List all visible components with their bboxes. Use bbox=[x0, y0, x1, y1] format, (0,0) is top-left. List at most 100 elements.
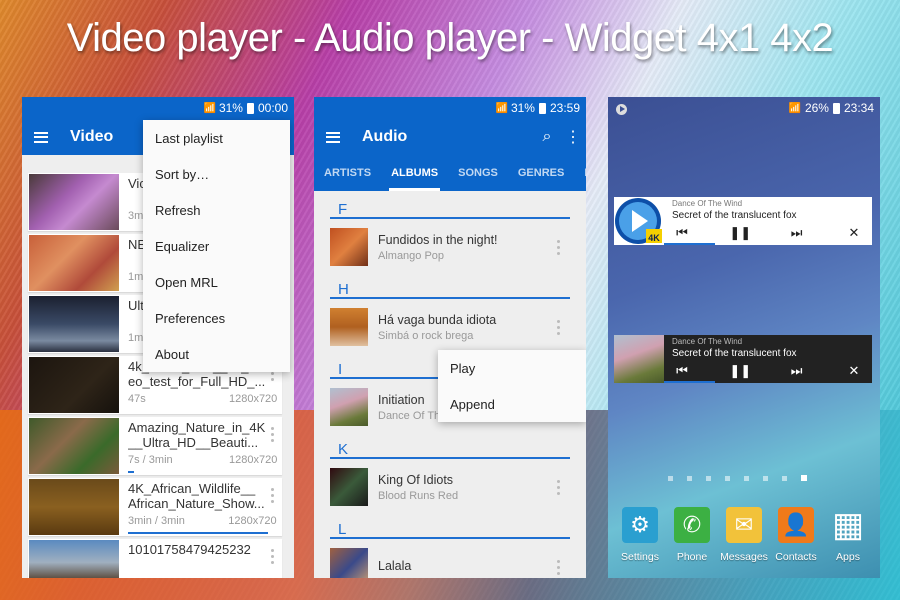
widget-artwork: 4K bbox=[614, 197, 664, 245]
video-thumbnail bbox=[29, 296, 119, 352]
album-cover bbox=[330, 228, 368, 266]
menu-item[interactable]: Append bbox=[438, 386, 586, 422]
menu-item[interactable]: Open MRL bbox=[143, 264, 290, 300]
menu-item[interactable]: Refresh bbox=[143, 192, 290, 228]
more-options-icon[interactable] bbox=[271, 549, 275, 564]
page-dot[interactable] bbox=[801, 475, 807, 481]
next-icon[interactable]: ⏭ bbox=[787, 363, 807, 379]
player-widget[interactable]: Dance Of The Wind Secret of the transluce… bbox=[614, 335, 872, 383]
tab-playl[interactable]: PLAYL bbox=[574, 155, 586, 191]
battery-percent: 26% bbox=[804, 101, 829, 115]
video-item[interactable]: 10101758479425232 bbox=[28, 539, 282, 578]
player-widget[interactable]: 4K Dance Of The Wind Secret of the translu… bbox=[614, 197, 872, 245]
video-duration: 3m bbox=[128, 210, 144, 222]
video-thumbnail bbox=[29, 235, 119, 291]
page-dot[interactable] bbox=[763, 475, 768, 481]
album-item[interactable]: Fundidos in the night! Almango Pop bbox=[330, 219, 570, 275]
close-icon[interactable]: ✕ bbox=[844, 225, 864, 241]
album-text: Fundidos in the night! Almango Pop bbox=[378, 233, 570, 262]
tab-genres[interactable]: GENRES bbox=[508, 155, 574, 191]
video-thumbnail bbox=[29, 540, 119, 578]
menu-item[interactable]: Last playlist bbox=[143, 120, 290, 156]
section-header: K bbox=[330, 441, 570, 459]
more-options-icon[interactable] bbox=[557, 480, 560, 495]
page-dot[interactable] bbox=[668, 475, 673, 481]
album-item[interactable]: Há vaga bunda idiota Simbá o rock brega bbox=[330, 299, 570, 355]
next-icon[interactable]: ⏭ bbox=[787, 225, 807, 241]
tab-artists[interactable]: ARTISTS bbox=[314, 155, 381, 191]
menu-item[interactable]: Sort by… bbox=[143, 156, 290, 192]
video-duration: 3min / 3min bbox=[128, 515, 185, 527]
menu-icon[interactable] bbox=[326, 131, 340, 143]
album-title: Lalala bbox=[378, 558, 412, 573]
album-text: King Of Idiots Blood Runs Red bbox=[378, 473, 570, 502]
signal-icon: 📶 bbox=[203, 102, 215, 114]
search-icon[interactable]: ⌕ bbox=[534, 128, 560, 146]
album-cover bbox=[330, 468, 368, 506]
page-dot[interactable] bbox=[725, 475, 730, 481]
widget-artist: Dance Of The Wind bbox=[672, 337, 743, 346]
menu-item[interactable]: Equalizer bbox=[143, 228, 290, 264]
settings-icon: ⚙ bbox=[622, 507, 658, 543]
pause-icon[interactable]: ❚❚ bbox=[729, 363, 751, 379]
app-contacts[interactable]: 👤 Contacts bbox=[770, 507, 822, 563]
widget-controls: ⏮ ❚❚ ⏭ ✕ bbox=[672, 225, 872, 241]
overflow-menu: Last playlist Sort by… Refresh Equalizer Ope… bbox=[143, 120, 290, 372]
video-duration: 1m bbox=[128, 271, 144, 283]
menu-item[interactable]: About bbox=[143, 336, 290, 372]
section-header: H bbox=[330, 281, 570, 299]
album-item[interactable]: King Of Idiots Blood Runs Red bbox=[330, 459, 570, 515]
app-messages[interactable]: ✉ Messages bbox=[718, 507, 770, 563]
app-label: Settings bbox=[621, 551, 659, 563]
widget-artwork bbox=[614, 335, 664, 383]
menu-icon[interactable] bbox=[34, 131, 48, 143]
video-resolution: 1280x720 bbox=[228, 515, 277, 527]
previous-icon[interactable]: ⏮ bbox=[672, 363, 692, 379]
widget-song: Secret of the translucent fox bbox=[672, 348, 797, 359]
more-options-icon[interactable] bbox=[271, 488, 275, 503]
more-options-icon[interactable]: ⋮ bbox=[560, 127, 586, 147]
svg-text:4K: 4K bbox=[648, 233, 660, 243]
album-title: Há vaga bunda idiota bbox=[378, 312, 497, 327]
app-phone[interactable]: ✆ Phone bbox=[666, 507, 718, 563]
app-label: Messages bbox=[720, 551, 768, 563]
pause-icon[interactable]: ❚❚ bbox=[729, 225, 751, 241]
album-title: King Of Idiots bbox=[378, 472, 454, 487]
page-dot[interactable] bbox=[706, 475, 711, 481]
video-info: Amazing_Nature_in_4K __Ultra_HD__Beauti.… bbox=[119, 417, 285, 475]
app-label: Phone bbox=[676, 551, 708, 563]
widget-progress bbox=[664, 243, 715, 245]
section-header: F bbox=[330, 201, 570, 219]
app-apps[interactable]: ▦ Apps bbox=[822, 506, 874, 563]
video-item[interactable]: Amazing_Nature_in_4K __Ultra_HD__Beauti.… bbox=[28, 417, 282, 475]
widget-artist: Dance Of The Wind bbox=[672, 199, 743, 208]
app-label: Apps bbox=[836, 551, 860, 563]
album-artist: Simbá o rock brega bbox=[378, 329, 474, 342]
video-item[interactable]: 4K_African_Wildlife__ African_Nature_Sho… bbox=[28, 478, 282, 536]
more-options-icon[interactable] bbox=[557, 320, 560, 335]
tab-songs[interactable]: SONGS bbox=[448, 155, 508, 191]
signal-icon: 📶 bbox=[495, 102, 507, 114]
app-label: Contacts bbox=[775, 551, 817, 563]
close-icon[interactable]: ✕ bbox=[844, 363, 864, 379]
page-dot[interactable] bbox=[744, 475, 749, 481]
menu-item[interactable]: Preferences bbox=[143, 300, 290, 336]
video-thumbnail bbox=[29, 418, 119, 474]
app-settings[interactable]: ⚙ Settings bbox=[614, 507, 666, 563]
video-thumbnail bbox=[29, 357, 119, 413]
previous-icon[interactable]: ⏮ bbox=[672, 225, 692, 241]
media-playing-icon bbox=[616, 103, 627, 115]
more-options-icon[interactable] bbox=[557, 240, 560, 255]
album-artist: Almango Pop bbox=[378, 249, 445, 262]
page-dot[interactable] bbox=[687, 475, 692, 481]
album-item[interactable]: Lalala bbox=[330, 539, 570, 578]
more-options-icon[interactable] bbox=[557, 560, 560, 575]
widget-controls: ⏮ ❚❚ ⏭ ✕ bbox=[672, 363, 872, 379]
widget-body: Dance Of The Wind Secret of the transluce… bbox=[664, 335, 872, 383]
more-options-icon[interactable] bbox=[271, 427, 275, 442]
video-info: 10101758479425232 bbox=[119, 539, 282, 578]
menu-item[interactable]: Play bbox=[438, 350, 586, 386]
tab-albums[interactable]: ALBUMS bbox=[381, 155, 448, 191]
video-progress bbox=[128, 471, 134, 473]
page-dot[interactable] bbox=[782, 475, 787, 481]
